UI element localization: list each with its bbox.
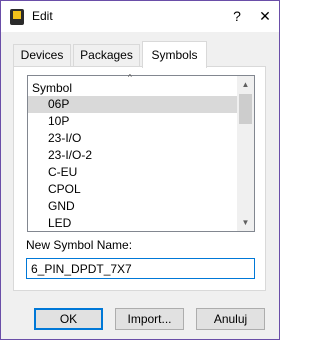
tab-symbols[interactable]: Symbols: [142, 41, 207, 68]
symbol-list-items: 06P 10P 23-I/O 23-I/O-2 C-EU CPOL GND LE…: [28, 96, 238, 232]
tab-devices[interactable]: Devices: [13, 44, 71, 66]
import-button[interactable]: Import...: [115, 308, 184, 330]
scroll-thumb[interactable]: [239, 94, 252, 124]
edit-dialog: Edit ? ✕ Devices Packages Symbols Symbol…: [0, 0, 280, 340]
list-item[interactable]: CPOL: [28, 181, 238, 198]
scroll-down-icon[interactable]: ▼: [237, 214, 254, 231]
ok-button[interactable]: OK: [34, 308, 103, 330]
list-column-header[interactable]: Symbol ^: [28, 73, 238, 96]
symbol-listbox[interactable]: Symbol ^ 06P 10P 23-I/O 23-I/O-2 C-EU CP…: [27, 73, 255, 232]
list-item[interactable]: LED: [28, 215, 238, 232]
list-item[interactable]: 10P: [28, 113, 238, 130]
scroll-up-icon[interactable]: ▲: [237, 76, 254, 93]
new-symbol-name-input[interactable]: [26, 258, 255, 279]
window-title: Edit: [32, 9, 53, 23]
list-item[interactable]: 23-I/O: [28, 130, 238, 147]
tab-label: Devices: [20, 48, 64, 62]
tab-label: Packages: [80, 48, 133, 62]
app-icon: [10, 9, 24, 25]
list-item[interactable]: 23-I/O-2: [28, 147, 238, 164]
list-item[interactable]: C-EU: [28, 164, 238, 181]
tab-label: Symbols: [151, 48, 198, 62]
vertical-scrollbar[interactable]: ▲ ▼: [237, 76, 254, 231]
tab-packages[interactable]: Packages: [73, 44, 140, 66]
list-item[interactable]: 06P: [28, 96, 238, 113]
list-item[interactable]: GND: [28, 198, 238, 215]
close-button[interactable]: ✕: [257, 7, 273, 25]
title-bar[interactable]: Edit ? ✕: [1, 1, 279, 32]
column-header-label: Symbol: [32, 81, 73, 95]
sort-indicator-icon: ^: [128, 73, 132, 82]
cancel-button[interactable]: Anuluj: [196, 308, 265, 330]
new-symbol-name-label: New Symbol Name:: [26, 238, 133, 252]
help-button[interactable]: ?: [229, 7, 245, 25]
